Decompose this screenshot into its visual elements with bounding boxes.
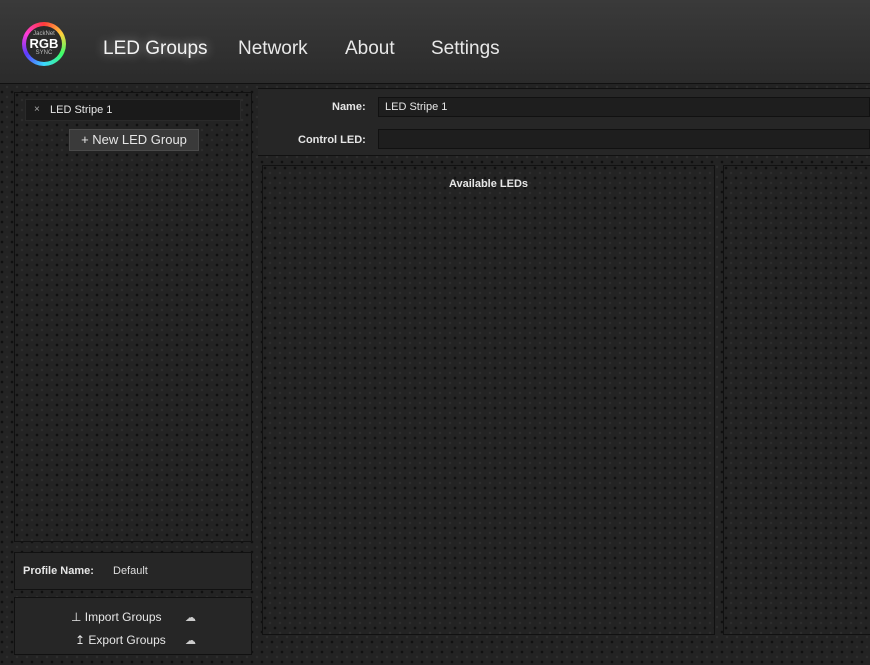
led-group-list: × LED Stripe 1 + New LED Group bbox=[14, 92, 252, 542]
control-led-input[interactable] bbox=[378, 129, 870, 149]
profile-name-field[interactable]: Default bbox=[113, 565, 148, 577]
control-led-label: Control LED: bbox=[298, 134, 366, 146]
name-label: Name: bbox=[332, 101, 366, 113]
new-led-group-button[interactable]: + New LED Group bbox=[69, 129, 199, 151]
profile-panel: Profile Name: Default bbox=[14, 552, 252, 590]
close-icon[interactable]: × bbox=[34, 100, 40, 120]
nav-network[interactable]: Network bbox=[238, 38, 308, 60]
import-groups-label: Import Groups bbox=[84, 610, 162, 624]
cloud-icon[interactable]: ☁ bbox=[185, 611, 196, 624]
cloud-icon[interactable]: ☁ bbox=[185, 634, 196, 647]
nav-about[interactable]: About bbox=[345, 38, 395, 60]
assigned-leds-panel[interactable] bbox=[723, 165, 870, 635]
nav-led-groups[interactable]: LED Groups bbox=[103, 38, 208, 60]
profile-name-label: Profile Name: bbox=[23, 565, 94, 577]
nav-settings[interactable]: Settings bbox=[431, 38, 500, 60]
led-group-item[interactable]: × LED Stripe 1 bbox=[25, 99, 241, 121]
group-editor-header: Name: LED Stripe 1 Control LED: bbox=[258, 88, 870, 156]
logo-line2: RGB bbox=[29, 36, 59, 51]
export-groups-label: Export Groups bbox=[88, 633, 166, 647]
top-navigation-bar: JackNet RGB SYNC LED Groups Network Abou… bbox=[0, 0, 870, 84]
available-leds-panel[interactable]: Available LEDs bbox=[262, 165, 715, 635]
import-groups-button[interactable]: ⊥ Import Groups bbox=[71, 610, 162, 624]
export-groups-button[interactable]: ↥ Export Groups bbox=[75, 633, 166, 647]
available-leds-title: Available LEDs bbox=[448, 178, 529, 190]
app-logo: JackNet RGB SYNC bbox=[22, 22, 66, 66]
download-icon: ⊥ bbox=[71, 610, 82, 624]
import-export-panel: ⊥ Import Groups ☁ ↥ Export Groups ☁ bbox=[14, 597, 252, 655]
led-group-item-label: LED Stripe 1 bbox=[50, 104, 113, 116]
name-input[interactable]: LED Stripe 1 bbox=[378, 97, 870, 117]
upload-icon: ↥ bbox=[75, 633, 86, 647]
